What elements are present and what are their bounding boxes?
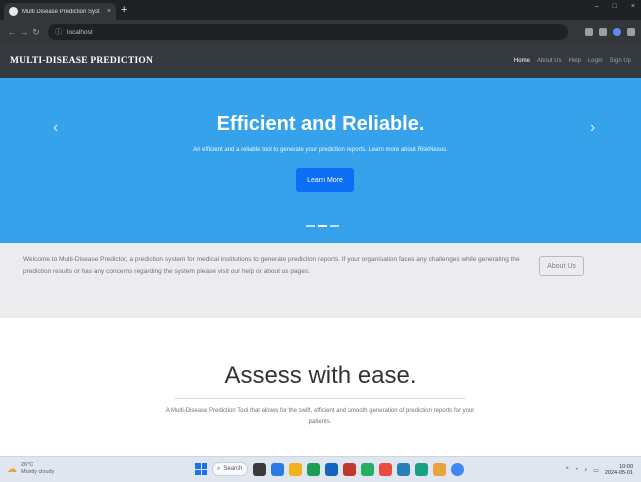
bookmark-star-icon[interactable] [599,28,607,36]
carousel-indicators [306,225,339,227]
taskbar-apps: ⌕ Search [195,462,464,476]
spotify-icon[interactable] [361,462,374,476]
info-icon[interactable]: ⓘ [55,27,62,37]
assess-description: A Multi-Disease Prediction Tool that all… [165,408,475,425]
nav-link-login[interactable]: Login [588,58,603,64]
vscode-icon[interactable] [397,462,410,476]
mail-icon[interactable] [325,462,338,476]
clock[interactable]: 10:00 2024-05-01 [605,464,633,476]
browser-toolbar: ← → ↻ ⓘ localhost [0,20,641,44]
about-us-button[interactable]: About Us [539,256,584,276]
hero-subtitle: An efficient and a reliable tool to gene… [193,147,448,153]
volume-icon[interactable]: ♪ [584,467,587,473]
terminal-icon[interactable] [415,462,428,476]
minimize-icon[interactable]: – [595,3,599,10]
reload-icon[interactable]: ↻ [30,27,42,38]
learn-more-button[interactable]: Learn More [296,168,354,192]
welcome-text: Welcome to Multi-Disease Predictor, a pr… [23,256,520,275]
hero-carousel: ‹ › Efficient and Reliable. An efficient… [0,78,641,243]
weather-desc: Mostly cloudy [21,469,55,475]
forward-icon[interactable]: → [18,27,30,37]
tray-chevron-icon[interactable]: ^ [566,467,569,473]
welcome-section: Welcome to Multi-Disease Predictor, a pr… [0,243,641,318]
profile-avatar-icon[interactable] [613,28,621,36]
cloud-sun-icon: ☁ [7,463,17,475]
brand-logo-text[interactable]: MULTI-DISEASE PREDICTION [10,56,153,66]
extension-icon[interactable] [585,28,593,36]
tab-title: Multi Disease Prediction Syst [22,8,100,15]
nav-link-home[interactable]: Home [514,58,530,64]
store-icon[interactable] [307,462,320,476]
edge-icon[interactable] [271,462,284,476]
weather-widget[interactable]: ☁ 26°C Mostly cloudy [7,462,54,476]
menu-kebab-icon[interactable] [627,28,635,36]
close-window-icon[interactable]: × [631,3,635,10]
carousel-indicator-2[interactable] [318,225,327,227]
new-tab-icon[interactable]: + [121,2,127,18]
nav-link-signup[interactable]: Sign Up [610,58,631,64]
search-label: Search [223,466,243,472]
window-controls: – □ × [595,3,635,10]
weather-temp: 26°C [21,462,34,468]
carousel-indicator-1[interactable] [306,225,315,227]
nav-link-help[interactable]: Help [569,58,581,64]
os-taskbar: ☁ 26°C Mostly cloudy ⌕ Search ^ ◔ ♪ ▭ 10… [0,456,641,482]
browser-tabstrip: Multi Disease Prediction Syst × + – □ × [0,0,641,20]
carousel-indicator-3[interactable] [330,225,339,227]
site-navbar: MULTI-DISEASE PREDICTION Home About Us H… [0,44,641,78]
browser-tab[interactable]: Multi Disease Prediction Syst × [4,3,116,20]
taskbar-search[interactable]: ⌕ Search [212,462,248,476]
back-icon[interactable]: ← [6,27,18,37]
address-bar[interactable]: ⓘ localhost [48,24,568,40]
task-view-icon[interactable] [253,462,266,476]
youtube-icon[interactable] [379,462,392,476]
assess-title: Assess with ease. [224,362,417,389]
tab-close-icon[interactable]: × [107,8,111,15]
system-tray: ^ ◔ ♪ ▭ 10:00 2024-05-01 [566,464,633,476]
paint-icon[interactable] [433,462,446,476]
chrome-icon[interactable] [451,462,464,476]
office-icon[interactable] [343,462,356,476]
weather-info: 26°C Mostly cloudy [21,462,54,476]
section-divider [175,398,465,399]
hero-title: Efficient and Reliable. [216,113,425,135]
battery-icon[interactable]: ▭ [593,467,599,474]
nav-links: Home About Us Help Login Sign Up [514,58,631,64]
toolbar-actions [585,28,635,36]
maximize-icon[interactable]: □ [613,3,617,10]
windows-start-icon[interactable] [195,463,207,475]
wifi-icon[interactable]: ◔ [575,467,579,473]
url-text: localhost [67,28,93,36]
nav-link-about[interactable]: About Us [537,58,562,64]
file-explorer-icon[interactable] [289,462,302,476]
globe-icon [9,7,18,16]
search-icon: ⌕ [217,465,221,472]
clock-date: 2024-05-01 [604,470,633,476]
